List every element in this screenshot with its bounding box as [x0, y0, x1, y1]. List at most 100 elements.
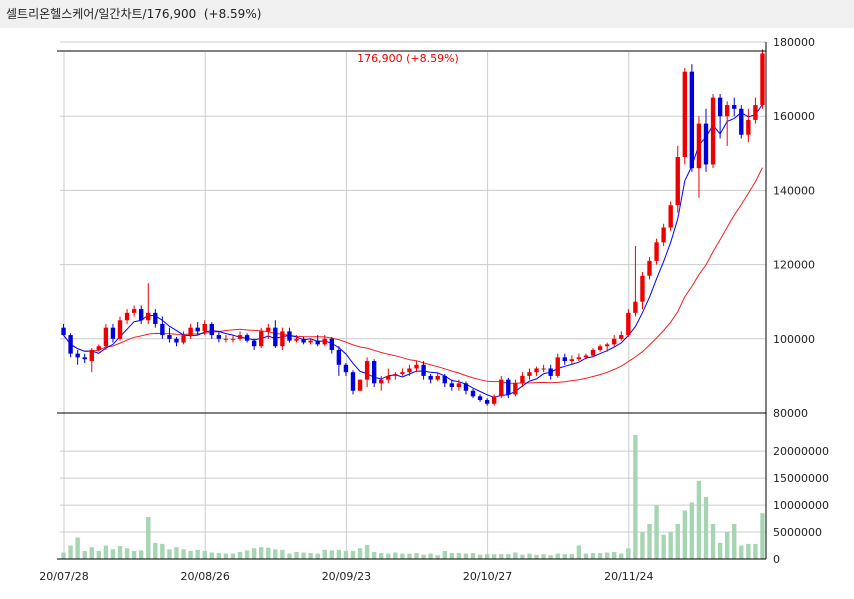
volume-bar [647, 523, 652, 559]
candle-body [103, 327, 109, 347]
candle-body [633, 301, 638, 313]
candle-body [492, 396, 497, 404]
volume-bar [315, 553, 320, 559]
volume-bar [139, 550, 144, 559]
candle-body [371, 361, 377, 384]
candle-body [160, 323, 165, 336]
candle-body [357, 379, 363, 391]
volume-bar [110, 549, 116, 559]
volume-bar [251, 548, 257, 559]
candle-body [689, 71, 695, 169]
volume-bar [174, 547, 179, 559]
volume-bar [259, 547, 264, 559]
candle-body [343, 364, 349, 373]
volume-bar [364, 544, 370, 559]
volume-bar [527, 553, 532, 559]
candle-body [675, 157, 680, 206]
candle-body [280, 331, 285, 347]
volume-bar [562, 554, 567, 559]
candle-body [259, 331, 264, 347]
price-tick-label: 160000 [773, 110, 815, 123]
candle-body [421, 364, 426, 376]
candle-body [393, 374, 398, 376]
volume-bar [477, 554, 483, 559]
candle-body [237, 335, 243, 339]
volume-bar [209, 552, 214, 559]
candle-body [386, 375, 391, 380]
price-tick-label: 180000 [773, 36, 815, 49]
candle-body [146, 312, 151, 321]
volume-bar [287, 553, 292, 559]
price-tick-label: 80000 [773, 407, 808, 420]
candle-body [336, 349, 342, 365]
candlestick-chart: 80000 100000 120000 140000 160000 180000 0 5000… [0, 28, 854, 599]
candle-body [174, 338, 179, 343]
volume-bar [732, 523, 737, 559]
volume-bar [103, 545, 109, 559]
volume-bar [357, 548, 363, 559]
volume-tick-label: 20000000 [773, 445, 829, 458]
volume-bar [449, 553, 455, 559]
candle-body [435, 375, 440, 380]
volume-bar [506, 554, 511, 559]
candle-body [640, 275, 645, 302]
volume-bar [484, 554, 490, 559]
candle-body [75, 353, 80, 358]
candle-body [89, 349, 94, 362]
volume-bar [68, 545, 73, 559]
volume-bar [266, 547, 271, 559]
volume-bar [124, 548, 130, 559]
candle-body [753, 105, 758, 120]
candle-body [534, 368, 539, 373]
candle-body [647, 260, 652, 276]
candle-body [626, 312, 631, 336]
candle-body [583, 355, 589, 358]
volume-bar [612, 551, 617, 559]
candle-body [590, 349, 596, 356]
volume-bar [188, 550, 193, 559]
candle-body [188, 327, 193, 336]
volume-bar [710, 523, 716, 559]
volume-bar [633, 435, 638, 559]
volume-bar [428, 553, 433, 559]
candle-body [322, 338, 327, 345]
volume-bar [668, 532, 673, 559]
volume-tick-label: 5000000 [773, 526, 822, 539]
candle-body [153, 312, 158, 324]
candle-body [484, 400, 490, 404]
candle-body [230, 338, 236, 340]
volume-bar [520, 554, 525, 559]
volume-bar [329, 550, 334, 559]
candle-body [209, 323, 214, 336]
candle-body [329, 338, 334, 350]
candle-body [251, 340, 257, 347]
volume-bar [350, 550, 356, 559]
volume-bar [223, 553, 229, 559]
candle-body [61, 327, 66, 336]
candle-body [746, 119, 751, 135]
volume-bar [195, 549, 200, 559]
candle-body [555, 357, 560, 376]
date-tick-label: 20/10/27 [463, 570, 512, 583]
volume-bar [96, 550, 102, 559]
candle-body [400, 372, 405, 375]
date-tick-label: 20/09/23 [322, 570, 371, 583]
volume-bar [492, 554, 497, 559]
candle-body [527, 372, 532, 376]
candle-body [379, 379, 384, 384]
candle-body [760, 53, 765, 106]
last-price-label: 176,900 (+8.59%) [357, 52, 459, 65]
candle-body [350, 372, 356, 391]
volume-bar [294, 551, 299, 559]
volume-bar [548, 555, 553, 559]
volume-bar [343, 550, 349, 559]
volume-bar [202, 550, 207, 559]
candle-body [82, 357, 87, 360]
candle-body [612, 338, 617, 345]
volume-bar [400, 553, 405, 559]
volume-bar [597, 553, 603, 559]
candle-body [308, 340, 313, 343]
volume-bar [499, 554, 504, 559]
volume-bar [75, 537, 80, 559]
candle-body [548, 368, 553, 376]
